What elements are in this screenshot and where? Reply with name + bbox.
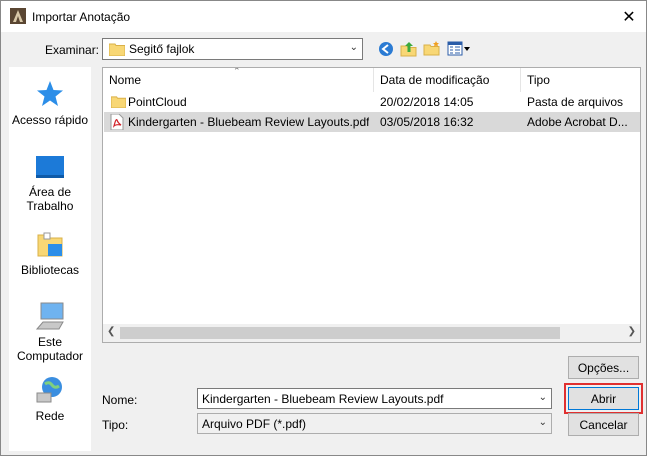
file-name: PointCloud [128, 95, 187, 109]
scroll-left-icon[interactable]: ❮ [107, 326, 115, 337]
import-annotation-dialog: Importar Anotação ✕ Examinar: Segitő faj… [0, 0, 647, 456]
lookin-value: Segitő fajlok [129, 42, 195, 56]
filename-input[interactable]: Kindergarten - Bluebeam Review Layouts.p… [197, 388, 552, 409]
cancel-button[interactable]: Cancelar [568, 413, 639, 436]
title-bar: Importar Anotação ✕ [1, 1, 646, 32]
computer-icon [35, 302, 64, 330]
new-folder-button[interactable] [422, 40, 442, 58]
place-desktop[interactable]: Área de Trabalho [9, 155, 91, 213]
window-title: Importar Anotação [32, 10, 131, 24]
place-label: Rede [35, 409, 65, 423]
place-label: Área de Trabalho [26, 185, 74, 213]
filetype-select[interactable]: Arquivo PDF (*.pdf) ⌄ [197, 413, 552, 434]
options-button[interactable]: Opções... [568, 356, 639, 379]
view-menu-button[interactable] [446, 40, 472, 58]
file-date: 20/02/2018 14:05 [380, 95, 474, 109]
column-header-label: Tipo [527, 73, 550, 87]
file-list[interactable]: ⌃ Nome Data de modificação Tipo PointClo… [102, 67, 641, 343]
up-folder-button[interactable] [399, 40, 419, 58]
pdf-icon [110, 114, 124, 130]
filetype-label: Tipo: [102, 418, 129, 432]
place-label: Este Computador [16, 335, 84, 363]
filename-value: Kindergarten - Bluebeam Review Layouts.p… [202, 392, 444, 406]
chevron-down-icon: ⌄ [538, 417, 547, 428]
back-arrow-icon [379, 42, 393, 56]
place-libraries[interactable]: Bibliotecas [9, 229, 91, 277]
place-label: Bibliotecas [20, 263, 80, 277]
file-type: Pasta de arquivos [527, 95, 624, 109]
chevron-down-icon: ⌄ [349, 42, 358, 53]
file-name: Kindergarten - Bluebeam Review Layouts.p… [128, 115, 370, 129]
column-header-name[interactable]: Nome [103, 68, 374, 92]
close-button[interactable]: ✕ [612, 1, 646, 32]
scroll-right-icon[interactable]: ❯ [628, 326, 636, 337]
lookin-dropdown[interactable]: Segitő fajlok ⌄ [102, 38, 363, 60]
filetype-value: Arquivo PDF (*.pdf) [202, 417, 307, 431]
desktop-icon [36, 156, 64, 178]
folder-icon [111, 96, 126, 108]
column-header-label: Nome [109, 73, 142, 87]
star-icon [37, 81, 63, 106]
file-type: Adobe Acrobat D... [527, 115, 628, 129]
place-quick-access[interactable]: Acesso rápido [9, 79, 91, 127]
place-label: Acesso rápido [11, 113, 89, 127]
file-date: 03/05/2018 16:32 [380, 115, 474, 129]
file-row-selected[interactable]: Kindergarten - Bluebeam Review Layouts.p… [104, 112, 640, 132]
horizontal-scrollbar[interactable]: ❮ ❯ [103, 324, 640, 342]
filename-label: Nome: [102, 393, 138, 407]
up-folder-icon [400, 42, 417, 57]
places-bar: Acesso rápido Área de Trabalho Bibliotec… [9, 67, 91, 451]
back-button[interactable] [376, 40, 396, 58]
chevron-down-icon: ⌄ [538, 392, 547, 403]
lookin-label: Examinar: [45, 43, 100, 57]
file-row[interactable]: PointCloud 20/02/2018 14:05 Pasta de arq… [104, 92, 640, 112]
app-icon [10, 8, 26, 24]
column-header-type[interactable]: Tipo [521, 68, 640, 92]
scrollbar-thumb[interactable] [120, 327, 560, 339]
network-icon [36, 377, 62, 403]
new-folder-icon [423, 41, 440, 56]
column-header-date[interactable]: Data de modificação [374, 68, 521, 92]
libraries-icon [37, 232, 63, 257]
folder-icon [109, 43, 125, 56]
open-button[interactable]: Abrir [564, 383, 643, 414]
close-icon: ✕ [622, 8, 636, 26]
view-menu-icon [447, 41, 470, 56]
place-this-pc[interactable]: Este Computador [9, 301, 91, 363]
column-header-label: Data de modificação [380, 73, 490, 87]
place-network[interactable]: Rede [9, 375, 91, 423]
